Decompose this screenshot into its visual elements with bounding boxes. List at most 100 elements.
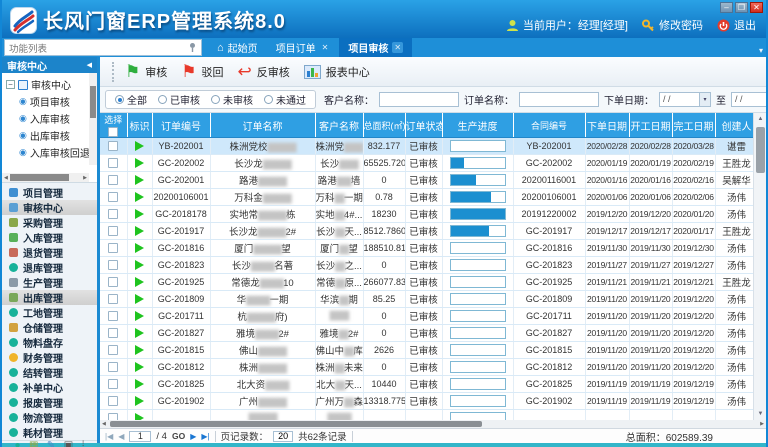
row-checkbox[interactable]: [108, 345, 118, 355]
scroll-right-icon[interactable]: ▶: [758, 421, 766, 427]
page-number-input[interactable]: [129, 431, 151, 442]
sidebar-item-工地管理[interactable]: 工地管理: [2, 305, 97, 320]
customer-name-input[interactable]: [379, 92, 459, 107]
row-checkbox[interactable]: [108, 192, 118, 202]
row-checkbox[interactable]: [108, 396, 118, 406]
scroll-left-icon[interactable]: ◀: [2, 175, 10, 181]
vertical-scroll-thumb[interactable]: [756, 127, 765, 173]
tree-item-出库审核[interactable]: ◉出库审核: [6, 127, 89, 144]
tab-项目订单[interactable]: 项目订单✕: [267, 38, 340, 57]
pen-icon[interactable]: ✎: [47, 441, 55, 447]
pin-icon[interactable]: [188, 42, 197, 53]
minimize-button[interactable]: –: [720, 2, 733, 13]
sidebar-item-生产管理[interactable]: 生产管理: [2, 275, 97, 290]
page-size-input[interactable]: [273, 431, 293, 442]
sidebar-item-退库管理[interactable]: 退库管理: [2, 260, 97, 275]
contract-no-cell: GC-202002: [513, 155, 585, 172]
close-button[interactable]: ✕: [750, 2, 763, 13]
sidebar-item-审核中心[interactable]: 审核中心: [2, 200, 97, 215]
last-page-button[interactable]: ▶|: [201, 432, 209, 441]
row-checkbox[interactable]: [108, 158, 118, 168]
tree-root[interactable]: − 审核中心: [6, 76, 89, 93]
select-all-checkbox[interactable]: [108, 127, 118, 137]
sidebar-item-结转管理[interactable]: 结转管理: [2, 365, 97, 380]
approved-arrow-icon: [135, 158, 144, 168]
tab-overflow-icon[interactable]: ▾: [759, 46, 763, 55]
反审核-button[interactable]: ↩反审核: [238, 64, 290, 80]
cart-icon[interactable]: ▦: [29, 441, 38, 447]
creator-cell: 王胜龙: [715, 223, 758, 240]
flag-cell: [127, 308, 152, 325]
radio-全部[interactable]: 全部: [115, 92, 147, 107]
prev-page-button[interactable]: ◀: [118, 432, 124, 441]
tree-item-入库审核[interactable]: ◉入库审核: [6, 110, 89, 127]
collapse-panel-icon[interactable]: ◀: [87, 61, 92, 69]
order-date-cell: 2019/11/19: [585, 393, 629, 410]
报表中心-button[interactable]: 报表中心: [304, 64, 370, 80]
customer-name-cell: 华滨██期: [315, 291, 363, 308]
驳回-button[interactable]: ⚑驳回: [181, 64, 223, 80]
row-checkbox[interactable]: [108, 141, 118, 151]
审核-button[interactable]: ⚑审核: [125, 64, 167, 80]
go-button[interactable]: GO: [172, 431, 185, 441]
grid-horizontal-scrollbar[interactable]: ◀ ▶: [100, 420, 766, 428]
table-row-partial: ███████████: [100, 410, 758, 421]
sidebar-item-退货管理[interactable]: 退货管理: [2, 245, 97, 260]
row-checkbox[interactable]: [108, 260, 118, 270]
radio-已审核[interactable]: 已审核: [158, 92, 200, 107]
row-checkbox[interactable]: [108, 226, 118, 236]
radio-未通过[interactable]: 未通过: [264, 92, 306, 107]
sidebar-item-出库管理[interactable]: 出库管理: [2, 290, 97, 305]
more-icon[interactable]: ⁞: [82, 441, 85, 447]
maximize-button[interactable]: ❐: [735, 2, 748, 13]
row-checkbox[interactable]: [108, 311, 118, 321]
dot-icon[interactable]: ●: [14, 441, 20, 447]
scroll-right-icon[interactable]: ▶: [81, 175, 89, 181]
grid-vertical-scrollbar[interactable]: ▲ ▼: [753, 113, 766, 420]
row-checkbox[interactable]: [108, 175, 118, 185]
order-date-from-picker[interactable]: / / ▾: [659, 92, 711, 107]
sidebar-item-耗材管理[interactable]: 耗材管理: [2, 425, 97, 440]
tab-close-icon[interactable]: ✕: [392, 42, 403, 53]
customer-name-text: 天...: [344, 380, 361, 391]
sidebar-item-项目管理[interactable]: 项目管理: [2, 185, 97, 200]
logout-button[interactable]: 退出: [717, 17, 756, 33]
row-checkbox[interactable]: [108, 277, 118, 287]
row-checkbox[interactable]: [108, 362, 118, 372]
tree-item-入库审核回退[interactable]: ◉入库审核回退: [6, 144, 89, 161]
sidebar-item-仓储管理[interactable]: 仓储管理: [2, 320, 97, 335]
row-checkbox[interactable]: [108, 328, 118, 338]
tab-项目审核[interactable]: 项目审核✕: [339, 38, 412, 57]
row-checkbox[interactable]: [108, 243, 118, 253]
sidebar-item-采购管理[interactable]: 采购管理: [2, 215, 97, 230]
scroll-down-icon[interactable]: ▼: [754, 411, 766, 417]
change-password-button[interactable]: 修改密码: [642, 17, 703, 33]
tree-horizontal-scrollbar[interactable]: ◀ ▶: [2, 173, 89, 182]
tree-vertical-scrollbar[interactable]: [89, 73, 97, 165]
first-page-button[interactable]: |◀: [105, 432, 113, 441]
sidebar-item-财务管理[interactable]: 财务管理: [2, 350, 97, 365]
horizontal-scroll-thumb[interactable]: [110, 421, 482, 427]
tab-起始页[interactable]: ⌂起始页: [208, 38, 267, 57]
sidebar-item-入库管理[interactable]: 入库管理: [2, 230, 97, 245]
tree-item-项目审核[interactable]: ◉项目审核: [6, 93, 89, 110]
sidebar-item-报废管理[interactable]: 报废管理: [2, 395, 97, 410]
row-checkbox[interactable]: [108, 209, 118, 219]
dropdown-icon[interactable]: ▾: [699, 93, 710, 106]
row-checkbox[interactable]: [108, 379, 118, 389]
row-checkbox[interactable]: [108, 294, 118, 304]
radio-未审核[interactable]: 未审核: [211, 92, 253, 107]
sidebar-item-物流管理[interactable]: 物流管理: [2, 410, 97, 425]
tree-expander-icon[interactable]: −: [6, 80, 15, 89]
row-checkbox[interactable]: [108, 413, 118, 420]
user-book-icon[interactable]: ▣: [64, 441, 73, 447]
function-list-panel[interactable]: 功能列表: [4, 39, 202, 56]
tab-close-icon[interactable]: ✕: [320, 42, 331, 53]
scroll-up-icon[interactable]: ▲: [754, 116, 766, 122]
scroll-left-icon[interactable]: ◀: [100, 421, 108, 427]
sidebar-item-物料盘存[interactable]: 物料盘存: [2, 335, 97, 350]
order-name-input[interactable]: [519, 92, 599, 107]
next-page-button[interactable]: ▶: [190, 432, 196, 441]
sidebar-item-补单中心[interactable]: 补单中心: [2, 380, 97, 395]
order-date-to-picker[interactable]: / / ▾: [731, 92, 766, 107]
